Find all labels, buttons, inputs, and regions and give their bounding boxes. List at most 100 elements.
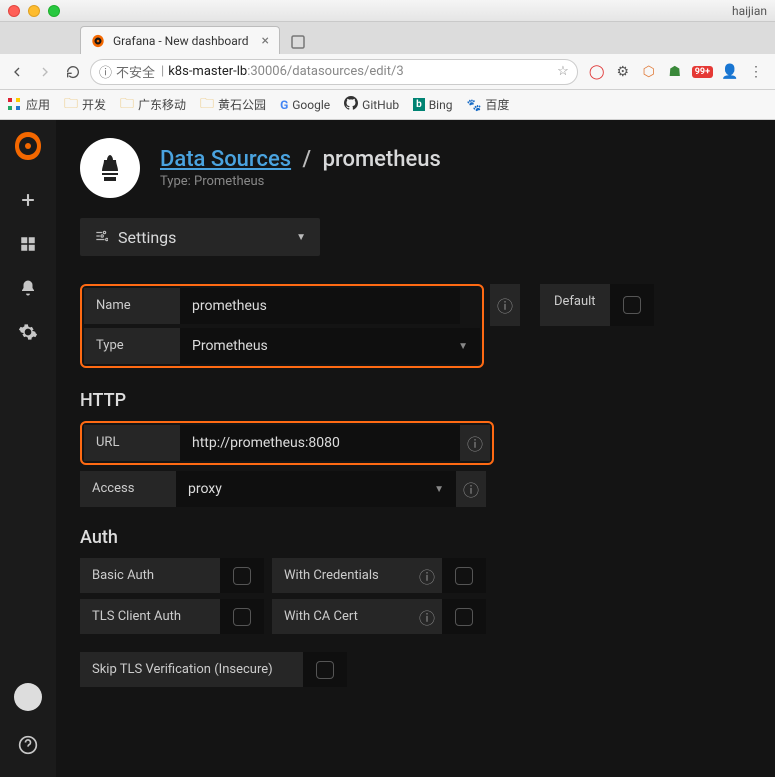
new-tab-button[interactable] [284, 30, 312, 54]
menu-icon[interactable]: ⋮ [747, 63, 765, 81]
close-tab-icon[interactable]: × [262, 33, 269, 49]
url-info-icon[interactable]: ⓘ [460, 425, 490, 461]
basic-auth-checkbox[interactable] [220, 558, 264, 593]
grafana-favicon-icon [91, 34, 105, 48]
reload-button[interactable] [62, 61, 84, 83]
bookmark-label: 百度 [485, 96, 509, 113]
skip-tls-checkbox[interactable] [303, 652, 347, 687]
bookmark-baidu[interactable]: 🐾百度 [466, 96, 509, 113]
browser-profile-name: haijian [732, 4, 767, 18]
with-ca-cert-checkbox[interactable] [442, 599, 486, 634]
ext-icon-1[interactable]: ◯ [588, 63, 606, 81]
browser-tab-active[interactable]: Grafana - New dashboard × [80, 26, 280, 54]
access-info-icon[interactable]: ⓘ [456, 471, 486, 507]
access-row: Access proxy ▼ ⓘ [80, 471, 751, 507]
with-credentials-info-icon[interactable]: ⓘ [412, 558, 442, 593]
tab-label: Settings [118, 228, 176, 247]
browser-toolbar: ⓘ 不安全 | k8s-master-lb :30006/datasources… [0, 54, 775, 90]
star-icon[interactable]: ☆ [557, 64, 569, 79]
page-titles: Data Sources / prometheus Type: Promethe… [160, 147, 441, 189]
ext-icon-3[interactable]: ⬡ [640, 63, 658, 81]
folder-icon: 🗀 [120, 93, 134, 117]
name-label: Name [84, 288, 180, 324]
bookmark-hs[interactable]: 🗀黄石公园 [200, 93, 266, 117]
bookmark-label: Bing [429, 98, 453, 112]
auth-row-2: TLS Client Auth With CA Cert ⓘ [80, 599, 751, 634]
dashboards-icon[interactable] [8, 224, 48, 264]
ext-icon-4[interactable]: ☗ [666, 63, 684, 81]
skip-tls-row: Skip TLS Verification (Insecure) [80, 652, 751, 687]
access-value: proxy [188, 481, 222, 497]
name-row: Name [84, 288, 480, 324]
with-credentials-checkbox[interactable] [442, 558, 486, 593]
access-label: Access [80, 471, 176, 507]
user-avatar[interactable] [14, 683, 42, 711]
with-credentials-label: With Credentials [272, 558, 412, 593]
bookmark-bar: 应用 🗀开发 🗀广东移动 🗀黄石公园 GGoogle GitHub bBing … [0, 90, 775, 120]
tls-client-auth-checkbox[interactable] [220, 599, 264, 634]
basic-auth-label: Basic Auth [80, 558, 220, 593]
datasource-prometheus-icon [80, 138, 140, 198]
add-icon[interactable] [8, 180, 48, 220]
zoom-window-button[interactable] [48, 5, 60, 17]
bookmark-dev[interactable]: 🗀开发 [64, 93, 106, 117]
default-checkbox[interactable] [610, 284, 654, 326]
bookmark-gd[interactable]: 🗀广东移动 [120, 93, 186, 117]
highlight-name-type: Name Type Prometheus ▼ [80, 284, 484, 368]
bookmark-apps-label: 应用 [26, 96, 50, 113]
page-header: Data Sources / prometheus Type: Promethe… [80, 138, 751, 198]
folder-icon: 🗀 [200, 93, 214, 117]
auth-row-1: Basic Auth With Credentials ⓘ [80, 558, 751, 593]
bookmark-label: 广东移动 [138, 96, 186, 113]
info-icon: ⓘ [99, 62, 112, 81]
ext-badge[interactable]: 99+ [692, 66, 713, 78]
address-bar[interactable]: ⓘ 不安全 | k8s-master-lb :30006/datasources… [90, 59, 578, 85]
close-window-button[interactable] [8, 5, 20, 17]
alerting-bell-icon[interactable] [8, 268, 48, 308]
page-title: Data Sources / prometheus [160, 147, 441, 172]
url-path: :30006/datasources/edit/3 [247, 64, 403, 79]
page-subtitle: Type: Prometheus [160, 174, 441, 189]
url-label: URL [84, 425, 180, 461]
ext-user-icon[interactable]: 👤 [721, 63, 739, 81]
settings-tab-dropdown[interactable]: Settings ▼ [80, 218, 320, 256]
traffic-lights [8, 5, 60, 17]
folder-icon: 🗀 [64, 93, 78, 117]
url-row: URL ⓘ [84, 425, 490, 461]
ext-icon-2[interactable]: ⚙ [614, 63, 632, 81]
grafana-app: Data Sources / prometheus Type: Promethe… [0, 120, 775, 777]
url-input[interactable] [180, 425, 460, 461]
minimize-window-button[interactable] [28, 5, 40, 17]
url-separator: | [161, 64, 164, 79]
extension-icons: ◯ ⚙ ⬡ ☗ 99+ 👤 ⋮ [584, 63, 769, 81]
bookmark-github[interactable]: GitHub [344, 96, 399, 113]
auth-grid: Basic Auth With Credentials ⓘ TLS Client… [80, 558, 751, 687]
http-section-heading: HTTP [80, 390, 751, 411]
bookmark-bing[interactable]: bBing [413, 98, 452, 112]
help-icon[interactable] [8, 725, 48, 765]
grafana-logo-icon[interactable] [12, 130, 44, 162]
with-ca-cert-info-icon[interactable]: ⓘ [412, 599, 442, 634]
apps-grid-icon [8, 98, 22, 112]
name-input[interactable] [180, 288, 460, 324]
back-button[interactable] [6, 61, 28, 83]
bookmark-apps[interactable]: 应用 [8, 96, 50, 113]
tls-client-auth-label: TLS Client Auth [80, 599, 220, 634]
type-select[interactable]: Prometheus ▼ [180, 328, 480, 364]
access-select[interactable]: proxy ▼ [176, 471, 456, 507]
breadcrumb-root-link[interactable]: Data Sources [160, 147, 291, 172]
default-label: Default [540, 284, 610, 326]
name-info-icon[interactable]: ⓘ [490, 284, 520, 326]
configuration-gear-icon[interactable] [8, 312, 48, 352]
forward-button[interactable] [34, 61, 56, 83]
sliders-icon [94, 228, 108, 247]
breadcrumb-current: prometheus [323, 147, 441, 172]
browser-tab-strip: Grafana - New dashboard × [0, 22, 775, 54]
highlight-url: URL ⓘ [80, 421, 494, 465]
bookmark-google[interactable]: GGoogle [280, 98, 330, 112]
bookmark-label: 开发 [82, 96, 106, 113]
url-host: k8s-master-lb [168, 64, 247, 79]
chevron-down-icon: ▼ [296, 232, 306, 243]
tab-title: Grafana - New dashboard [113, 34, 249, 48]
chevron-down-icon: ▼ [434, 484, 444, 495]
